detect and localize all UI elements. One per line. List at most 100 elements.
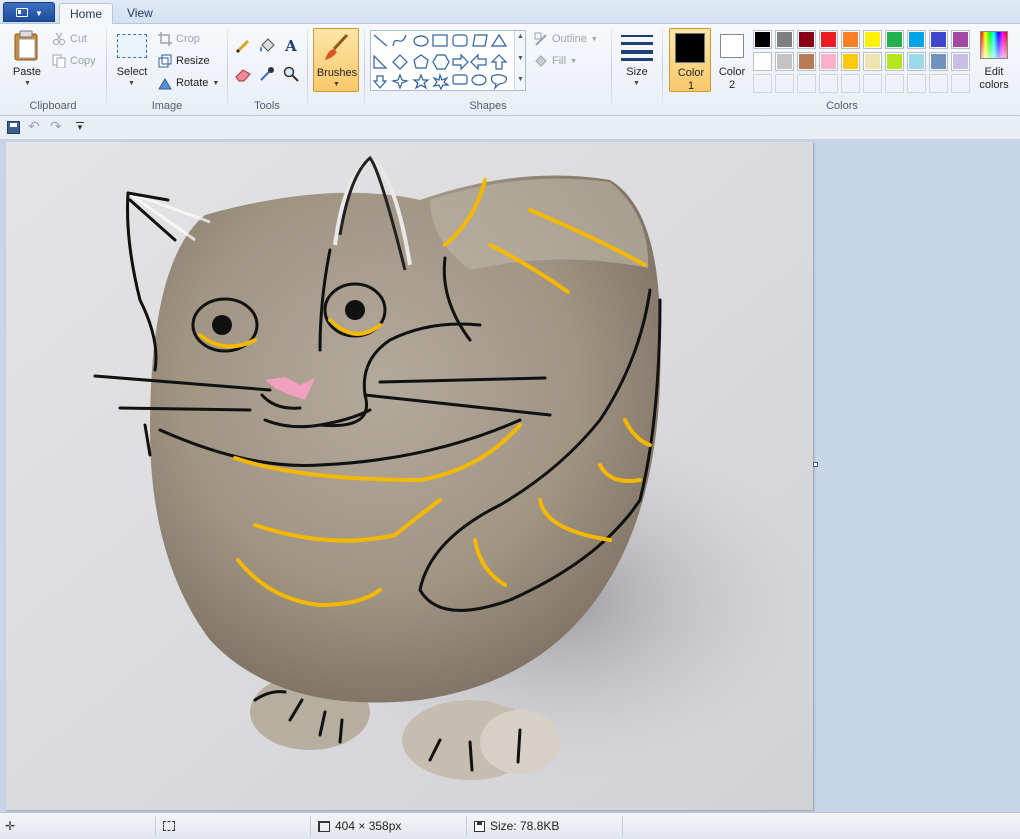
palette-custom-slot[interactable] [863,74,882,93]
palette-color-swatch[interactable] [775,52,794,71]
crop-button[interactable]: Crop [158,30,200,48]
tools-group-label: Tools [254,100,280,112]
palette-color-swatch[interactable] [797,30,816,49]
cut-label: Cut [70,33,88,45]
color2-number: 2 [728,79,736,91]
pencil-icon [235,39,250,54]
palette-color-swatch[interactable] [819,52,838,71]
paste-button[interactable]: Paste ▼ [8,28,46,92]
outline-icon [534,32,548,46]
color2-button[interactable]: Color 2 [713,28,751,92]
chevron-down-icon: ▼ [333,81,340,88]
copy-icon [52,54,66,69]
more-icon: ▼ [517,76,524,83]
chevron-up-icon: ▲ [517,33,524,40]
fill-tool[interactable] [257,36,277,56]
palette-custom-slot[interactable] [907,74,926,93]
resize-button[interactable]: Resize [158,52,210,70]
palette-color-swatch[interactable] [929,30,948,49]
swatch-fill [799,32,814,47]
palette-custom-slot[interactable] [841,74,860,93]
color-picker-icon [260,67,274,81]
group-divider [106,28,107,110]
fill-button[interactable]: Fill ▼ [534,52,577,70]
rotate-button[interactable]: Rotate ▼ [158,74,219,92]
clipboard-icon [14,30,38,61]
palette-color-swatch[interactable] [907,30,926,49]
save-icon[interactable] [7,121,20,134]
ribbon: Paste ▼ Cut Copy Clipboard Select ▼ Crop… [0,24,1020,116]
palette-custom-slot[interactable] [951,74,970,93]
copy-label: Copy [70,55,96,67]
status-divider [310,816,311,836]
undo-icon[interactable]: ↶ [28,118,40,135]
file-size: Size: 78.8KB [474,819,559,833]
palette-color-swatch[interactable] [951,52,970,71]
palette-custom-slot[interactable] [797,74,816,93]
crop-label: Crop [176,33,200,45]
copy-button[interactable]: Copy [52,52,96,70]
redo-icon[interactable]: ↷ [50,118,62,135]
scissors-icon [52,32,66,46]
swatch-fill [777,32,792,47]
colors-group-label: Colors [826,100,858,112]
color-spectrum-icon [980,31,1008,59]
magnifier-tool[interactable] [281,64,301,84]
palette-color-swatch[interactable] [885,52,904,71]
customize-toolbar-icon[interactable]: ▼ [76,122,84,132]
cursor-position-icon: ✛ [5,819,16,833]
drawing-canvas[interactable] [6,142,813,810]
palette-color-swatch[interactable] [841,30,860,49]
status-divider [466,816,467,836]
canvas-workspace [0,140,1020,812]
group-divider [227,28,228,110]
color1-button[interactable]: Color 1 [669,28,711,92]
palette-color-swatch[interactable] [863,30,882,49]
palette-color-swatch[interactable] [951,30,970,49]
size-button[interactable]: Size ▼ [617,28,657,92]
shapes-gallery: ▲ ▼ ▼ [370,30,526,91]
eraser-tool[interactable] [233,64,253,84]
palette-custom-slot[interactable] [819,74,838,93]
palette-color-swatch[interactable] [775,30,794,49]
palette-color-swatch[interactable] [753,52,772,71]
palette-custom-slot[interactable] [885,74,904,93]
chevron-down-icon: ▼ [35,9,43,18]
tab-view[interactable]: View [117,3,163,24]
swatch-fill [909,54,924,69]
pencil-tool[interactable] [233,36,253,56]
chevron-down-icon: ▼ [570,57,577,65]
clipboard-group-label: Clipboard [29,100,77,112]
status-divider [155,816,156,836]
color2-label: Color [718,66,746,78]
select-button[interactable]: Select ▼ [112,28,152,92]
tab-home[interactable]: Home [59,3,114,25]
chevron-down-icon: ▼ [590,35,598,43]
palette-color-swatch[interactable] [753,30,772,49]
swatch-fill [843,32,858,47]
palette-color-swatch[interactable] [907,52,926,71]
edit-colors-button[interactable]: Edit colors [975,28,1013,92]
brushes-button[interactable]: Brushes ▼ [313,28,359,92]
edit-colors-label-line2: colors [979,79,1009,91]
palette-color-swatch[interactable] [819,30,838,49]
chevron-down-icon: ▼ [24,80,31,87]
chevron-down-icon: ▼ [128,80,135,87]
palette-custom-slot[interactable] [929,74,948,93]
palette-color-swatch[interactable] [797,52,816,71]
text-tool[interactable]: A [281,36,301,56]
palette-color-swatch[interactable] [929,52,948,71]
palette-color-swatch[interactable] [863,52,882,71]
rotate-icon [158,76,172,90]
palette-custom-slot[interactable] [753,74,772,93]
canvas-resize-handle[interactable] [813,462,818,467]
color-picker-tool[interactable] [257,64,277,84]
shapes-scrollbar[interactable]: ▲ ▼ ▼ [514,31,525,90]
palette-color-swatch[interactable] [841,52,860,71]
swatch-fill [931,54,946,69]
cut-button[interactable]: Cut [52,30,87,48]
application-menu-button[interactable]: ▼ [3,2,55,22]
palette-custom-slot[interactable] [775,74,794,93]
outline-button[interactable]: Outline ▼ [534,30,598,48]
palette-color-swatch[interactable] [885,30,904,49]
